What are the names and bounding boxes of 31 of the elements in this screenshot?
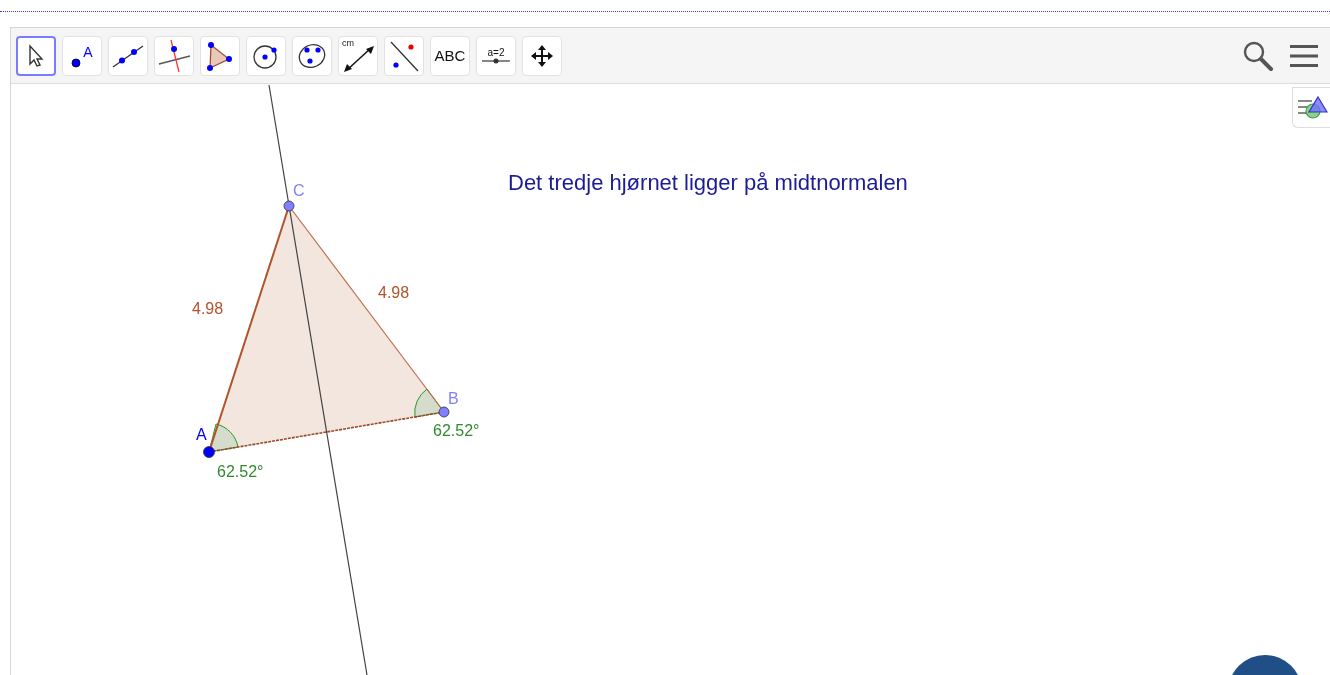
tool-button[interactable]: a=2: [476, 35, 516, 76]
point[interactable]: [438, 406, 450, 418]
unit-label: cm: [342, 37, 354, 48]
style-bar-button[interactable]: [1292, 87, 1330, 128]
perpendicular-lines-icon: [157, 38, 191, 73]
menu-icon: [1289, 43, 1319, 68]
slider-label: a=2: [487, 47, 505, 58]
tool-button[interactable]: A: [62, 35, 102, 76]
double-arrow-icon: [343, 44, 375, 73]
point[interactable]: [283, 200, 295, 212]
tool-button[interactable]: ABC: [430, 35, 470, 76]
search-icon: [1242, 39, 1274, 72]
angle-label: 62.52°: [433, 422, 480, 439]
move-arrows-icon: [530, 43, 554, 68]
angle-label: 62.52°: [217, 463, 264, 480]
point-label: A: [83, 43, 93, 60]
angle-arc: [208, 423, 239, 453]
point[interactable]: [203, 446, 215, 458]
triangle-icon: [207, 39, 233, 72]
caption-text: Det tredje hjørnet ligger på midtnormalen: [508, 170, 908, 196]
point-label: B: [448, 390, 459, 407]
point-icon: [71, 57, 82, 68]
tool-button[interactable]: [16, 35, 56, 76]
reflect-about-line-icon: [388, 39, 420, 72]
tool-button[interactable]: cm: [338, 35, 378, 76]
point-label: C: [293, 182, 305, 199]
side-length-label: 4.98: [192, 300, 224, 317]
slider-icon: [482, 58, 510, 64]
arrow-pointer-icon: [27, 43, 45, 68]
side-length-label: 4.98: [378, 284, 410, 301]
point-label: A: [196, 426, 207, 443]
